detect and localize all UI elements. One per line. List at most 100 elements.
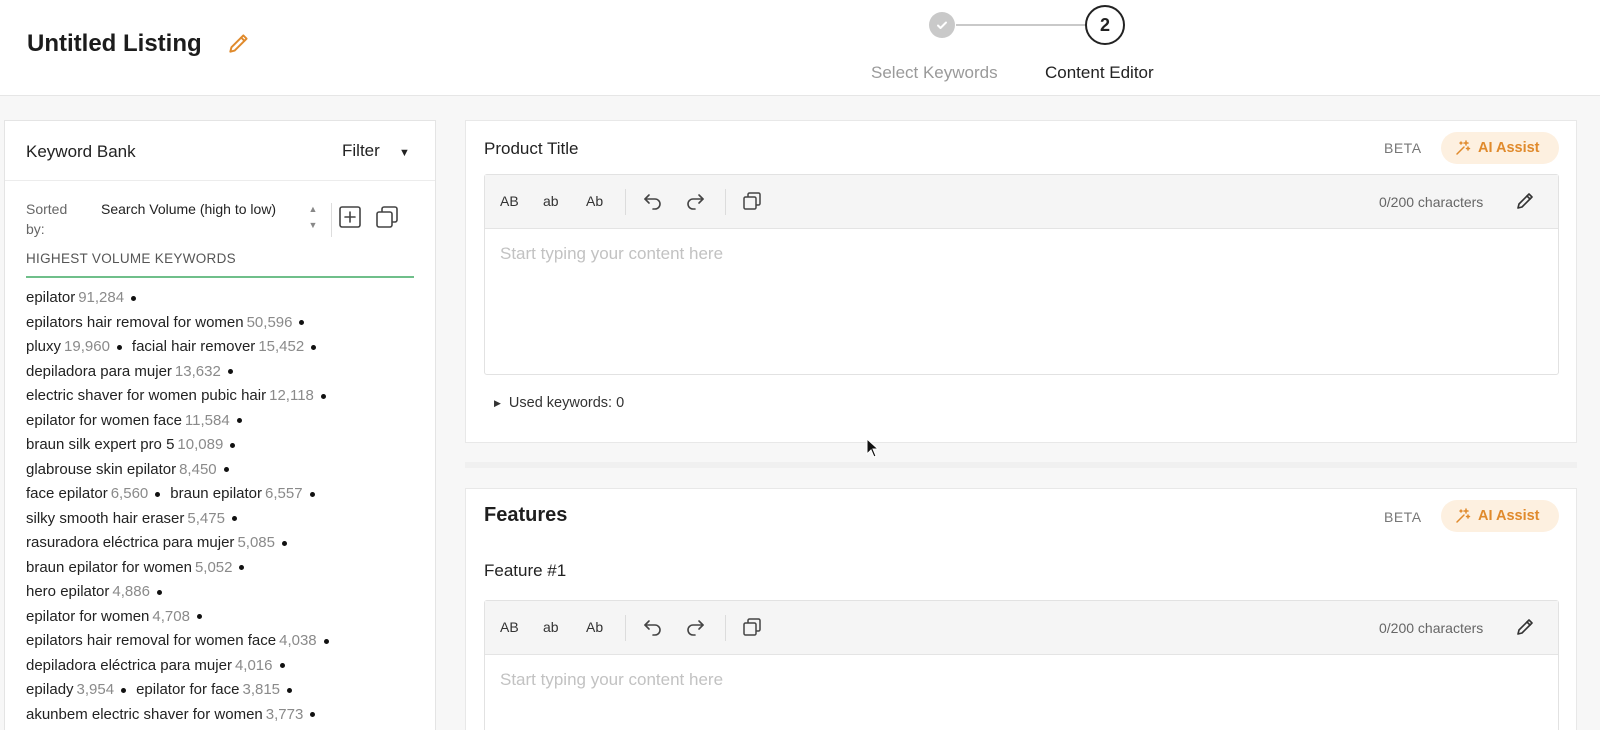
- triangle-right-icon: ▶: [494, 398, 501, 408]
- keyword-item[interactable]: epilators hair removal for women face: [26, 632, 276, 649]
- keyword-item[interactable]: epilator for women: [26, 608, 149, 625]
- keyword-dot-icon: [223, 467, 229, 473]
- keyword-volume: 5,475: [187, 509, 225, 527]
- ai-assist-label: AI Assist: [1478, 140, 1540, 156]
- toolbar-divider: [625, 615, 626, 641]
- feature-1-label: Feature #1: [484, 561, 567, 580]
- caret-down-icon[interactable]: ▼: [399, 147, 410, 159]
- keyword-item[interactable]: facial hair remover: [132, 338, 255, 355]
- sort-select[interactable]: Search Volume (high to low): [101, 199, 291, 219]
- ai-assist-button[interactable]: AI Assist: [1441, 132, 1559, 164]
- keyword-item[interactable]: akunbem electric shaver for women: [26, 706, 263, 723]
- keyword-item[interactable]: epilators hair removal for women: [26, 314, 244, 331]
- keyword-line: epilator for women face 11,584: [26, 409, 426, 434]
- keyword-item[interactable]: braun epilator for women: [26, 559, 192, 576]
- editor-toolbar: AB ab Ab 0/200 characters: [485, 175, 1558, 229]
- redo-icon[interactable]: [684, 190, 706, 212]
- section-highest-volume: HIGHEST VOLUME KEYWORDS: [26, 251, 236, 266]
- product-title-input[interactable]: [486, 230, 1557, 374]
- keyword-item[interactable]: hero epilator: [26, 583, 109, 600]
- keyword-item[interactable]: depiladora eléctrica para mujer: [26, 657, 232, 674]
- add-keyword-icon[interactable]: [336, 203, 364, 231]
- keyword-dot-icon: [231, 516, 237, 522]
- uppercase-button[interactable]: AB: [500, 619, 519, 635]
- keyword-item[interactable]: silky smooth hair eraser: [26, 510, 184, 527]
- feature-1-editor: AB ab Ab 0/200 characters: [484, 600, 1559, 730]
- editor-toolbar: AB ab Ab 0/200 characters: [485, 601, 1558, 655]
- step-select-keywords[interactable]: Select Keywords: [871, 63, 998, 83]
- lowercase-button[interactable]: ab: [543, 619, 559, 635]
- keyword-item[interactable]: epilator for women face: [26, 412, 182, 429]
- undo-icon[interactable]: [642, 616, 664, 638]
- edit-title-pencil-icon[interactable]: [226, 30, 252, 56]
- keyword-volume: 13,632: [174, 362, 221, 380]
- keyword-volume: 4,708: [152, 607, 190, 625]
- keyword-item[interactable]: pluxy: [26, 338, 61, 355]
- keyword-dot-icon: [156, 589, 162, 595]
- keyword-bank-panel: Keyword Bank Filter ▼ Sorted by: Search …: [4, 120, 436, 730]
- keyword-volume: 15,452: [258, 338, 305, 355]
- capitalize-button[interactable]: Ab: [586, 619, 603, 635]
- edit-pencil-icon[interactable]: [1514, 190, 1536, 212]
- toolbar-divider: [725, 189, 726, 215]
- keyword-volume: 11,584: [184, 411, 230, 429]
- edit-pencil-icon[interactable]: [1514, 616, 1536, 638]
- feature-1-input[interactable]: [486, 656, 1557, 730]
- product-title-editor: AB ab Ab 0/200 characters: [484, 174, 1559, 375]
- lowercase-button[interactable]: ab: [543, 193, 559, 209]
- sparkle-icon: [1456, 508, 1471, 523]
- features-heading: Features: [484, 504, 568, 526]
- copy-icon[interactable]: [741, 190, 763, 212]
- redo-icon[interactable]: [684, 616, 706, 638]
- step-1-done-indicator[interactable]: [929, 12, 955, 38]
- sparkle-icon: [1456, 140, 1471, 155]
- keyword-volume: 10,089: [177, 436, 224, 453]
- keyword-dot-icon: [279, 663, 285, 669]
- keyword-line: glabrouse skin epilator 8,450: [26, 458, 426, 483]
- keyword-line: epilators hair removal for women face 4,0…: [26, 629, 426, 654]
- undo-icon[interactable]: [642, 190, 664, 212]
- step-content-editor[interactable]: Content Editor: [1045, 63, 1154, 83]
- keyword-dot-icon: [309, 491, 315, 497]
- ai-assist-button[interactable]: AI Assist: [1441, 500, 1559, 532]
- keyword-dot-icon: [230, 442, 236, 448]
- keyword-dot-icon: [239, 565, 245, 571]
- keyword-line: epilator 91,284: [26, 286, 426, 311]
- sort-arrows-icon[interactable]: ▲ ▼: [307, 201, 319, 233]
- keyword-line: electric shaver for women pubic hair 12,1…: [26, 384, 426, 409]
- keyword-item[interactable]: rasuradora eléctrica para mujer: [26, 534, 234, 551]
- keyword-dot-icon: [311, 344, 317, 350]
- keyword-dot-icon: [287, 687, 293, 693]
- step-connector: [956, 24, 1086, 26]
- copy-keywords-icon[interactable]: [373, 203, 401, 231]
- used-keywords-label: Used keywords: 0: [508, 395, 625, 411]
- keyword-dot-icon: [323, 638, 329, 644]
- keyword-item[interactable]: epilator: [26, 289, 75, 306]
- step-2-active-indicator[interactable]: 2: [1085, 5, 1125, 45]
- listing-title: Untitled Listing: [27, 30, 202, 57]
- keyword-line: epilators hair removal for women 50,596: [26, 311, 426, 336]
- keyword-item[interactable]: depiladora para mujer: [26, 363, 172, 380]
- keyword-volume: 91,284: [78, 289, 125, 306]
- keyword-item[interactable]: braun epilator: [170, 485, 262, 502]
- keyword-item[interactable]: electric shaver for women pubic hair: [26, 387, 266, 404]
- keyword-item[interactable]: braun silk expert pro 5: [26, 436, 174, 453]
- capitalize-button[interactable]: Ab: [586, 193, 603, 209]
- keyword-volume: 4,016: [234, 656, 273, 674]
- toolbar-divider: [331, 203, 332, 237]
- keyword-item[interactable]: face epilator: [26, 485, 108, 502]
- keyword-volume: 4,886: [112, 583, 150, 600]
- keyword-item[interactable]: epilator for face: [136, 681, 239, 698]
- keyword-item[interactable]: epilady: [26, 681, 74, 698]
- filter-dropdown[interactable]: Filter: [342, 141, 380, 161]
- keyword-line: silky smooth hair eraser 5,475: [26, 507, 426, 532]
- keyword-volume: 5,085: [237, 534, 275, 551]
- uppercase-button[interactable]: AB: [500, 193, 519, 209]
- keyword-volume: 3,773: [265, 705, 304, 723]
- copy-icon[interactable]: [741, 616, 763, 638]
- used-keywords-toggle[interactable]: ▶ Used keywords: 0: [494, 395, 624, 411]
- keyword-line: braun silk expert pro 5 10,089: [26, 433, 426, 458]
- keyword-item[interactable]: glabrouse skin epilator: [26, 461, 176, 478]
- section-separator: [465, 462, 1577, 468]
- top-header: Untitled Listing 2 Select Keywords Conte…: [0, 0, 1600, 96]
